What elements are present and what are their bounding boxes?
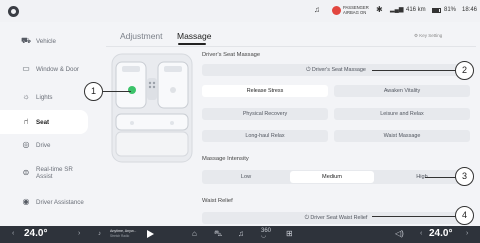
callout-2-line [372,70,456,71]
program-release-stress[interactable]: Release Stress [202,85,328,97]
notification-icon[interactable]: ♫ [314,5,320,14]
bottom-dock: ‹ 24.0° › ♪ Anytime, Anyw... Stretch Rad… [0,226,480,243]
driver-assist-icon: ◉ [22,197,30,206]
window-icon: ▭ [22,64,30,73]
sidebar-item-drive[interactable]: ◎ Drive [0,133,88,157]
callout-2: 2 [455,61,474,80]
volume-icon[interactable]: ◁) [395,229,404,238]
apps-grid-icon[interactable]: ⊞ [286,229,293,238]
sidebar-item-label: Window & Door [36,65,79,73]
waist-relief-toggle[interactable]: ⏻ Driver Seat Waist Relief [202,212,470,224]
sidebar-item-label: Lights [36,93,53,101]
left-temperature[interactable]: 24.0° [24,228,47,239]
airbag-icon [332,6,341,15]
sidebar-item-seat[interactable]: ⑁ Seat [0,110,88,134]
right-temp-up-icon[interactable]: › [466,230,468,237]
toggle-label: Driver's Seat Massage [311,67,366,73]
music-icon[interactable]: ♫ [238,229,244,238]
sidebar-item-window-door[interactable]: ▭ Window & Door [0,57,88,81]
callout-3-line [425,177,456,178]
media-source-icon: ♪ [98,231,101,237]
sr-assist-icon: ⊜ [22,168,30,177]
power-icon: ⏻ [304,215,309,221]
passenger-airbag-status: PASSENGER AIRBAG ON [343,5,369,15]
steering-icon: ◎ [22,140,30,149]
camera-360-icon[interactable]: 360 ◡ [261,228,272,239]
seat-diagram[interactable] [108,52,196,164]
sidebar-item-label: Drive [36,141,51,149]
intensity-low[interactable]: Low [204,171,288,183]
divider [106,46,476,47]
media-subtitle: Stretch Radio [110,234,130,238]
sidebar-item-vehicle[interactable]: ⛟ Vehicle [0,29,88,53]
home-icon[interactable]: ⌂ [192,229,197,238]
sidebar-item-driver-assistance[interactable]: ◉ Driver Assistance [0,190,88,214]
sidebar-item-sr-assist[interactable]: ⊜ Real-time SR Assist [0,161,88,185]
battery-percent: 81% [444,7,457,13]
callout-4-line [372,216,456,217]
active-tab-indicator [178,43,206,45]
section-title-waist-relief: Waist Relief [202,198,233,204]
clock: 18:46 [462,7,478,13]
sidebar-item-label: Real-time SR Assist [36,166,73,180]
tab-massage[interactable]: Massage [177,31,212,41]
signal-icon: ▂▄▆ [390,7,404,13]
brand-logo-icon [8,6,19,17]
seat-icon: ⑁ [23,117,29,126]
section-title-intensity: Massage Intensity [202,156,249,162]
media-title[interactable]: Anytime, Anyw... [110,229,136,233]
callout-1-line [103,91,131,92]
program-leisure-relax[interactable]: Leisure and Relax [334,108,470,120]
program-long-haul-relax[interactable]: Long-haul Relax [202,130,328,142]
left-temp-down-icon[interactable]: ‹ [12,230,14,237]
car-icon[interactable]: ⛍ [214,229,222,239]
program-waist-massage[interactable]: Waist Massage [334,130,470,142]
callout-4: 4 [455,206,474,225]
left-temp-up-icon[interactable]: › [78,230,80,237]
sidebar-item-label: Driver Assistance [36,198,84,206]
right-temperature[interactable]: 24.0° [429,228,452,239]
sidebar-item-label: Vehicle [36,37,56,45]
sidebar-item-label: Seat [36,118,50,126]
key-setting-link[interactable]: ⚙ Key Setting [414,33,442,39]
play-icon[interactable] [147,230,154,238]
camera-360-label: 360 [261,228,272,234]
toggle-label: Driver Seat Waist Relief [310,215,368,221]
sidebar-item-lights[interactable]: ☼ Lights [0,85,88,109]
power-icon: ⏻ [306,67,311,73]
light-icon: ☼ [22,92,30,101]
right-temp-down-icon[interactable]: ‹ [420,230,422,237]
tab-adjustment[interactable]: Adjustment [120,31,163,41]
settings-sidebar: ⛟ Vehicle ▭ Window & Door ☼ Lights ⑁ Sea… [0,22,88,226]
battery-icon [432,8,441,13]
program-physical-recovery[interactable]: Physical Recovery [202,108,328,120]
section-title-seat-massage: Driver's Seat Massage [202,52,261,58]
callout-1: 1 [84,82,103,101]
bluetooth-icon: ✱ [376,5,383,14]
status-bar: ♫ PASSENGER AIRBAG ON ✱ ▂▄▆ 416 km 81% 18… [0,0,480,22]
program-awaken-vitality[interactable]: Awaken Vitality [334,85,470,97]
callout-3: 3 [455,167,474,186]
key-setting-label: Key Setting [419,33,443,38]
car-icon: ⛟ [21,36,32,45]
range-text: 416 km [406,7,426,13]
intensity-medium[interactable]: Medium [290,171,374,183]
driver-seat-indicator [128,86,136,94]
